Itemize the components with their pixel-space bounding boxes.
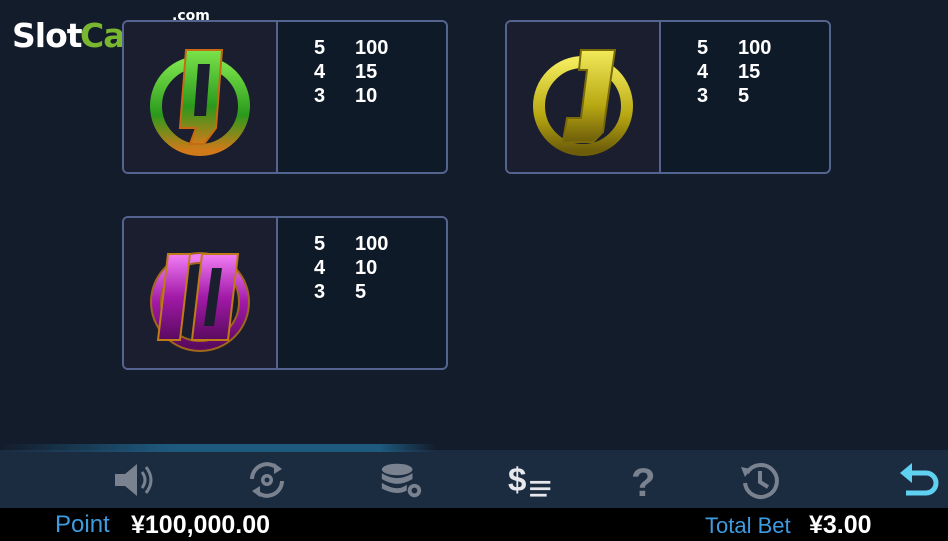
paytable-button[interactable]: $ (508, 458, 554, 502)
pay-count: 4 (314, 61, 326, 83)
paytable-card-10: 5 100 4 10 35 (122, 216, 448, 370)
pay-list: 5 100 4 15 35 (697, 36, 771, 108)
autoplay-button[interactable] (244, 458, 290, 502)
pay-value: 15 (738, 61, 761, 83)
autoplay-icon (250, 462, 284, 498)
pay-row: 4 15 (314, 60, 388, 84)
pay-count: 3 (697, 85, 709, 107)
bet-settings-icon (381, 463, 422, 498)
pay-value: 15 (355, 61, 378, 83)
pay-count: 4 (697, 61, 709, 83)
pay-count: 5 (314, 37, 326, 59)
total-bet-value: ¥3.00 (809, 511, 872, 539)
symbol-cell (124, 218, 278, 368)
pay-row: 4 10 (314, 256, 388, 280)
symbol-cell (124, 22, 278, 172)
sound-button[interactable] (113, 458, 159, 502)
pay-list: 5 100 4 10 35 (314, 232, 388, 304)
back-button[interactable] (896, 458, 942, 502)
paytable-card-q: 5 100 4 15 3 10 (122, 20, 448, 174)
pay-row: 5 100 (314, 36, 388, 60)
pay-count: 4 (314, 257, 326, 279)
pay-list: 5 100 4 15 3 10 (314, 36, 388, 108)
yellow-j-icon (533, 49, 633, 156)
paytable-card-j: 5 100 4 15 35 (505, 20, 831, 174)
pay-value: 10 (355, 85, 378, 107)
help-button[interactable]: ? (623, 458, 669, 502)
svg-text:?: ? (631, 461, 655, 501)
pay-row: 5 100 (697, 36, 771, 60)
pay-row: 5 100 (314, 232, 388, 256)
point-value: ¥100,000.00 (131, 511, 271, 539)
pay-value: 5 (355, 281, 367, 303)
pay-row: 4 15 (697, 60, 771, 84)
pay-value: 100 (355, 233, 389, 255)
purple-10-icon (150, 252, 250, 352)
game-toolbar: $ ? (0, 444, 948, 508)
pay-count: 5 (697, 37, 709, 59)
total-bet-label: Total Bet (705, 513, 791, 538)
toolbar-glow (0, 444, 948, 452)
back-icon (900, 463, 939, 496)
logo-slot-text: Slot (12, 16, 83, 55)
sound-icon (115, 464, 153, 496)
status-bar: Point ¥100,000.00 Total Bet ¥3.00 (0, 508, 948, 541)
point-label: Point (55, 511, 110, 538)
history-button[interactable] (737, 458, 783, 502)
history-icon (741, 462, 779, 499)
pay-row: 3 10 (314, 84, 388, 108)
help-icon: ? (631, 461, 655, 501)
green-q-icon (150, 49, 250, 156)
bet-settings-button[interactable] (378, 458, 424, 502)
pay-value: 100 (738, 37, 772, 59)
symbol-cell (507, 22, 661, 172)
pay-row: 35 (697, 84, 771, 108)
pay-count: 5 (314, 233, 326, 255)
pay-value: 10 (355, 257, 378, 279)
pay-value: 100 (355, 37, 389, 59)
paytable-icon: $ (508, 462, 551, 499)
pay-row: 35 (314, 280, 388, 304)
pay-count: 3 (314, 85, 326, 107)
pay-count: 3 (314, 281, 326, 303)
pay-value: 5 (738, 85, 750, 107)
svg-text:$: $ (508, 462, 526, 499)
